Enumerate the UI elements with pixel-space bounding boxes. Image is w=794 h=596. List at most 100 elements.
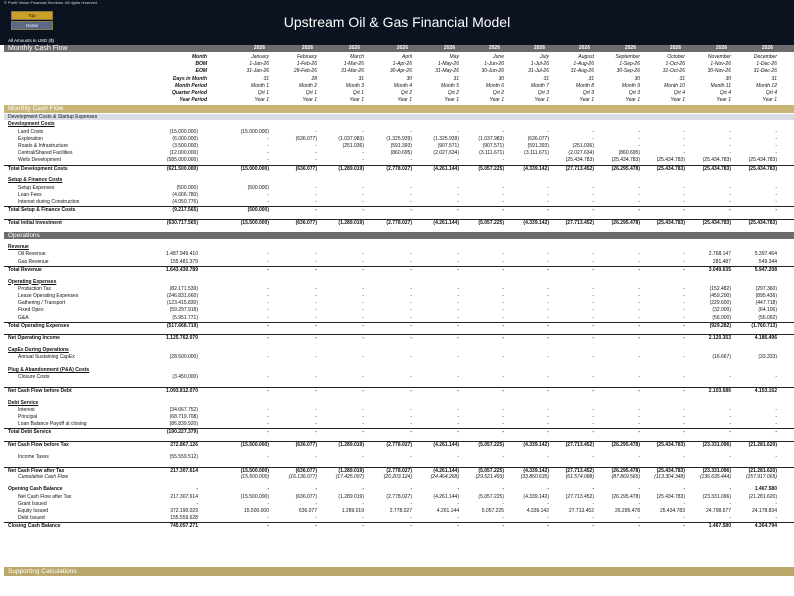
period-value: Year 1	[254, 97, 269, 104]
row-value: -	[315, 421, 317, 428]
period-value: 1-Jul-26	[530, 61, 549, 68]
row-value: -	[592, 429, 594, 436]
row-value: -	[592, 266, 594, 273]
year-cell: 2026	[761, 45, 773, 51]
row-value: 2.778.027	[389, 508, 412, 514]
row-total: (585.000.000)	[166, 157, 198, 164]
row-value: -	[362, 523, 364, 530]
row-value: -	[775, 135, 777, 142]
row-value: -	[683, 314, 685, 321]
row-value: -	[362, 128, 364, 135]
row-value: 5.397.464	[754, 251, 777, 258]
table-row: Lease Operating Expenses (246.831.660) - - -…	[4, 293, 794, 300]
row-value: -	[410, 429, 412, 436]
table-row: Closure Costs(3.450.000)-------------	[4, 374, 794, 381]
table-row: Closing Cash Balance 745.057.271 - - - - - - - - -…	[4, 522, 794, 530]
row-value: -	[315, 143, 317, 149]
row-value: (2.778.027)	[386, 493, 412, 500]
period-row: Month Period Month 1 Month 2 Month 3 Month 4…	[4, 83, 794, 90]
row-value: 1.289.019	[341, 508, 364, 514]
period-value: 1-Dec-26	[756, 61, 777, 68]
row-value: -	[362, 300, 364, 307]
row-total: (621.500.000)	[166, 165, 198, 172]
row-value: -	[775, 198, 777, 205]
row-value: -	[547, 251, 549, 258]
row-value: -	[410, 335, 412, 342]
row-label: Closing Cash Balance	[8, 523, 61, 530]
row-value: (21.281.620)	[748, 442, 777, 449]
row-value: (907.571)	[437, 143, 459, 149]
row-value: -	[683, 414, 685, 420]
row-value: -	[592, 300, 594, 307]
section-supporting: Supporting Calculations	[4, 567, 794, 576]
row-value: -	[315, 429, 317, 436]
row-value: (25.434.783)	[702, 165, 731, 172]
period-value: 31-Aug-26	[570, 68, 594, 75]
row-value: -	[502, 335, 504, 342]
row-value: -	[502, 292, 504, 299]
row-value: 4.261.144	[436, 508, 459, 514]
row-value: 2.768.147	[708, 251, 731, 258]
row-total: 155.559.628	[170, 515, 198, 522]
row-value: -	[362, 191, 364, 198]
row-value: -	[592, 322, 594, 329]
row-value: -	[775, 414, 777, 420]
row-value: -	[547, 266, 549, 273]
row-value: (447.718)	[755, 300, 777, 307]
row-value: -	[547, 285, 549, 292]
row-value: (636.077)	[295, 165, 317, 172]
period-value: June	[493, 54, 504, 60]
row-value: -	[502, 414, 504, 420]
row-value: -	[683, 406, 685, 413]
row-value: -	[362, 307, 364, 314]
row-value: -	[683, 300, 685, 307]
row-value: -	[592, 207, 594, 214]
period-value: Month 10	[664, 82, 685, 89]
period-value: Month 11	[710, 82, 731, 89]
period-value: Year 1	[625, 97, 640, 104]
period-value: 30	[406, 75, 412, 82]
period-value: Month 9	[621, 82, 640, 89]
table-row: Exploration (6.000.000) - (636.077) (1.037.9…	[4, 136, 794, 143]
year-cell: 2026	[669, 45, 681, 51]
table-row: Gathering / Transport (123.415.830) - - - - - -…	[4, 300, 794, 307]
table-row: G&A (5.951.771) - - - - - - - - - - (56.000) (56.092)…	[4, 315, 794, 322]
row-value: -	[502, 387, 504, 394]
row-value: -	[457, 322, 459, 329]
row-value: (5.057.225)	[478, 219, 504, 226]
row-value: -	[547, 421, 549, 428]
row-value: (27.713.452)	[565, 219, 594, 226]
row-value: -	[547, 292, 549, 299]
row-value: -	[457, 157, 459, 164]
row-value: (1.325.939)	[386, 135, 412, 142]
row-label: Fixed Opex	[18, 307, 44, 314]
period-value: Year 1	[489, 97, 504, 104]
row-value: -	[362, 374, 364, 381]
period-value: Qrt 3	[537, 90, 549, 96]
row-value: (136.635.444)	[699, 473, 731, 480]
year-cell: 2026	[533, 45, 545, 51]
row-value: -	[683, 266, 685, 273]
row-value: (4.339.142)	[523, 442, 549, 449]
row-total: (517.668.719)	[166, 322, 198, 329]
row-value: -	[410, 207, 412, 214]
row-value: -	[267, 429, 269, 436]
row-label: CapEx During Operations	[8, 347, 69, 354]
row-value: -	[410, 307, 412, 314]
row-total: (3.450.000)	[172, 374, 198, 381]
row-value: (4.339.142)	[523, 219, 549, 226]
row-label: Central/Shared Facilities	[18, 150, 73, 157]
row-value: (32.000)	[712, 307, 731, 314]
row-label: Opening Cash Balance	[8, 486, 63, 493]
year-cell: 2026	[396, 45, 408, 51]
period-value: Month 2	[298, 82, 317, 89]
row-label: Exploration	[18, 135, 44, 142]
row-label: Grant Issued	[18, 500, 47, 507]
row-value: (4.261.144)	[433, 165, 459, 172]
row-value: -	[410, 374, 412, 381]
row-value: -	[592, 515, 594, 522]
row-value: -	[457, 387, 459, 394]
row-value: -	[362, 453, 364, 460]
row-value: -	[410, 266, 412, 273]
row-label: Loan Balance Payoff at closing	[18, 421, 87, 428]
